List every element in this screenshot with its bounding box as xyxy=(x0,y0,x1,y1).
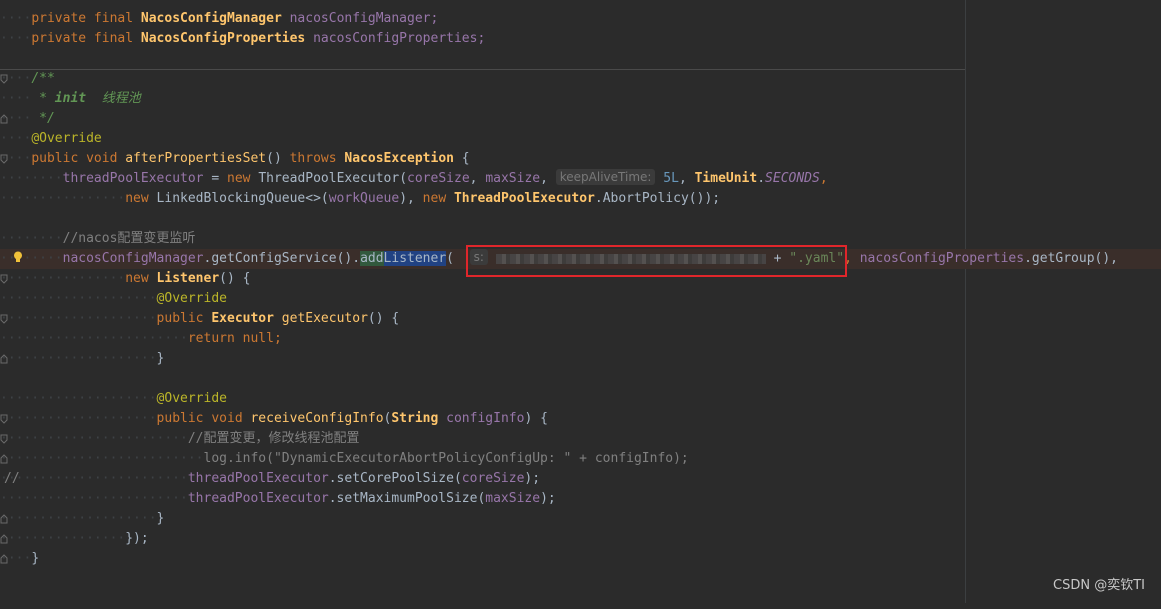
code-editor[interactable]: ····private final NacosConfigManager nac… xyxy=(0,0,1161,603)
fold-icon[interactable] xyxy=(0,314,8,324)
code-line[interactable]: ························return null; xyxy=(0,329,1161,349)
fold-icon[interactable] xyxy=(0,514,8,524)
code-line[interactable]: ················new LinkedBlockingQueue<… xyxy=(0,189,1161,209)
fold-icon[interactable] xyxy=(0,114,8,124)
code-line[interactable]: ····················@Override xyxy=(0,289,1161,309)
parameter-hint: keepAliveTime: xyxy=(555,169,656,185)
code-line[interactable]: ····················public void receiveC… xyxy=(0,409,1161,429)
fold-icon[interactable] xyxy=(0,154,8,164)
code-line[interactable]: ························threadPoolExecut… xyxy=(0,469,1161,489)
code-line[interactable]: ····················@Override xyxy=(0,389,1161,409)
fold-icon[interactable] xyxy=(0,74,8,84)
code-line[interactable]: ···· */ xyxy=(0,109,1161,129)
fold-icon[interactable] xyxy=(0,554,8,564)
fold-icon[interactable] xyxy=(0,354,8,364)
fold-icon[interactable] xyxy=(0,414,8,424)
code-line[interactable]: ····public void afterPropertiesSet() thr… xyxy=(0,149,1161,169)
code-line[interactable]: ························//配置变更，修改线程池配置 xyxy=(0,429,1161,449)
fold-icon[interactable] xyxy=(0,274,8,284)
code-line[interactable]: ····/** xyxy=(0,69,1161,89)
code-line[interactable]: // ··························log.info("D… xyxy=(0,449,1161,486)
fold-icon[interactable] xyxy=(0,534,8,544)
fold-icon[interactable] xyxy=(0,434,8,444)
code-line[interactable]: ····················} xyxy=(0,349,1161,369)
code-line[interactable]: ························threadPoolExecut… xyxy=(0,489,1161,509)
code-line[interactable]: ····} xyxy=(0,549,1161,569)
fold-icon[interactable] xyxy=(0,454,8,464)
highlight-box xyxy=(466,245,847,277)
code-line[interactable]: ···· * init 线程池 xyxy=(0,89,1161,109)
code-line[interactable]: ····@Override xyxy=(0,129,1161,149)
code-line[interactable]: ····················} xyxy=(0,509,1161,529)
code-line[interactable]: ········threadPoolExecutor = new ThreadP… xyxy=(0,169,1161,189)
code-line[interactable]: ················}); xyxy=(0,529,1161,549)
code-line[interactable]: ····private final NacosConfigManager nac… xyxy=(0,9,1161,29)
code-line[interactable]: ····private final NacosConfigProperties … xyxy=(0,29,1161,49)
code-line[interactable]: ····················public Executor getE… xyxy=(0,309,1161,329)
lightbulb-icon[interactable] xyxy=(13,251,23,263)
watermark: CSDN @奕钦TI xyxy=(1053,578,1145,593)
